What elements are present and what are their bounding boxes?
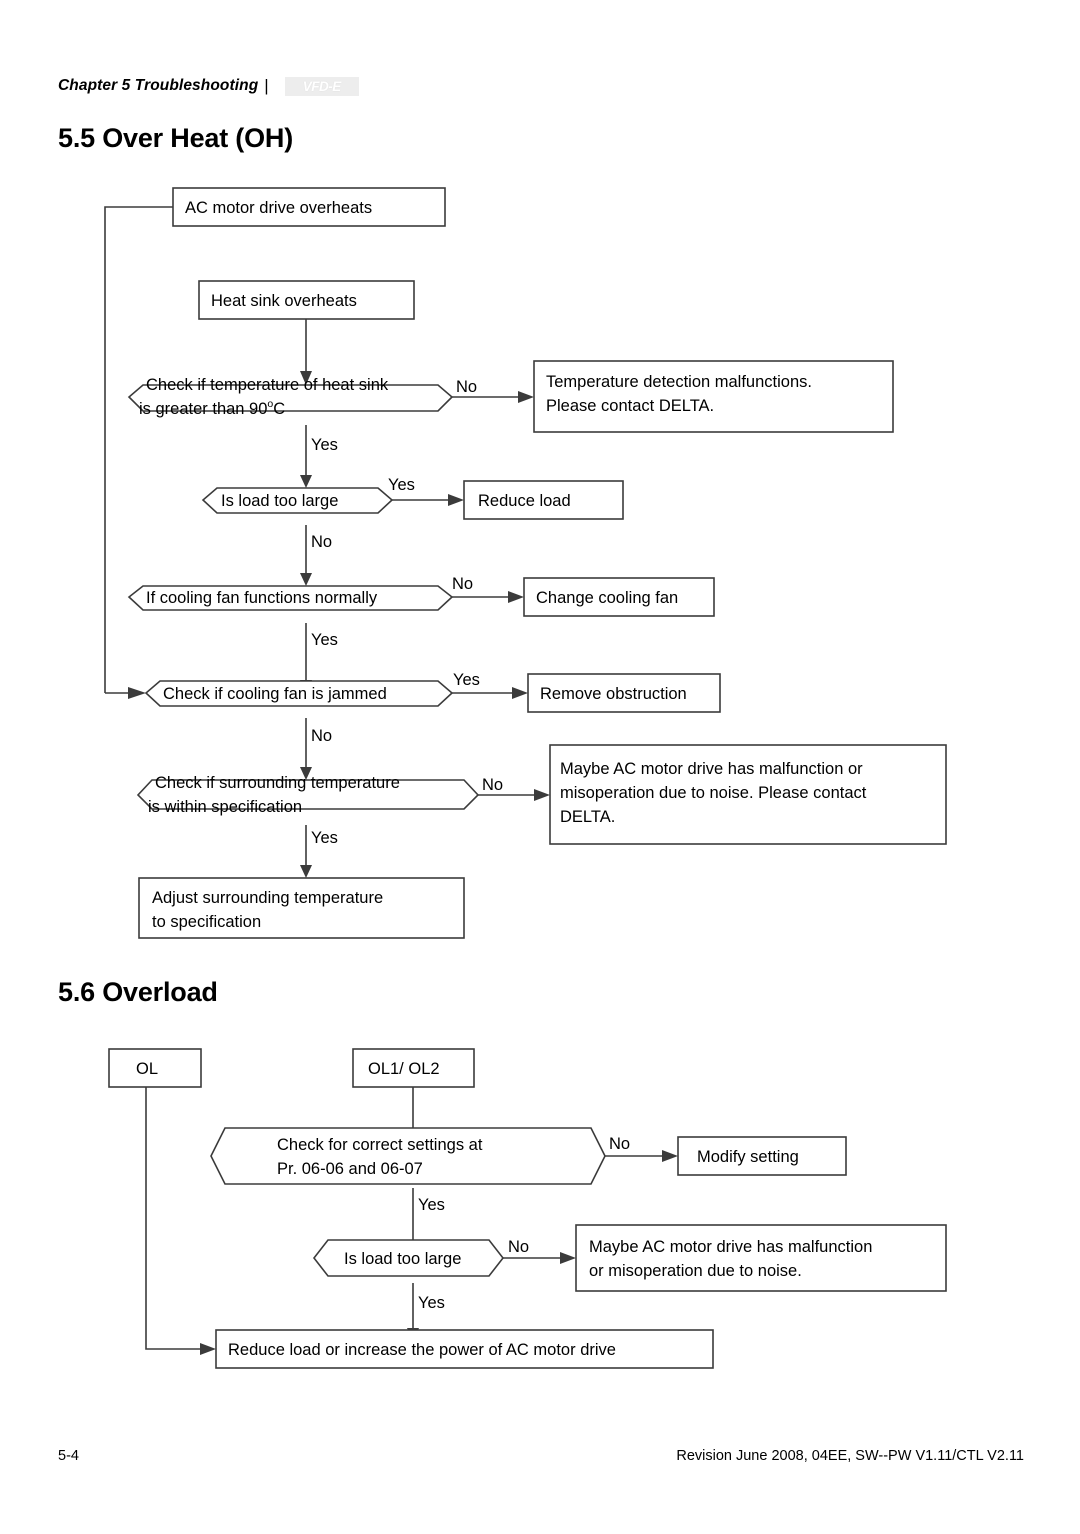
branch-label-fan-yes: Yes — [311, 631, 338, 649]
arrowhead-surround-no — [534, 789, 550, 801]
node-cooling-fan-functions-label: If cooling fan functions normally — [146, 589, 378, 607]
arrowhead-adjust — [300, 865, 312, 878]
vfd-e-logo-icon: VFD-E — [284, 76, 359, 96]
page-header: Chapter 5 Troubleshooting | VFD-E — [58, 76, 359, 96]
node-surround-result-line1: Maybe AC motor drive has malfunction or — [560, 760, 863, 778]
arrowhead-ol-load-no — [560, 1252, 576, 1264]
branch-label-temp-yes: Yes — [311, 436, 338, 454]
branch-label-surround-no: No — [482, 776, 503, 794]
node-heat-sink-overheats-label: Heat sink overheats — [211, 292, 357, 310]
node-ol-result-line1: Maybe AC motor drive has malfunction — [589, 1238, 872, 1256]
arrowhead-fanfunction — [300, 573, 312, 586]
node-surround-result-line3: DELTA. — [560, 808, 615, 826]
node-adjust-line2: to specification — [152, 913, 261, 931]
brand-logo-text: VFD-E — [302, 78, 342, 94]
branch-label-temp-no: No — [456, 378, 477, 396]
branch-label-jam-no: No — [311, 727, 332, 745]
node-adjust-line1: Adjust surrounding temperature — [152, 889, 383, 907]
node-surround-result-line2: misoperation due to noise. Please contac… — [560, 784, 867, 802]
branch-label-surround-yes: Yes — [311, 829, 338, 847]
flowchart-over-heat: AC motor drive overheats Heat sink overh… — [104, 187, 947, 939]
footer-page-number: 5-4 — [58, 1448, 79, 1464]
branch-label-load-no: No — [311, 533, 332, 551]
branch-label-ol-load-yes: Yes — [418, 1294, 445, 1312]
header-separator: | — [264, 76, 269, 95]
node-surround-line2: is within specification — [148, 798, 302, 816]
node-change-cooling-fan-label: Change cooling fan — [536, 589, 678, 607]
arrowhead-change-fan — [508, 591, 524, 603]
section-heading-overload: 5.6 Overload — [58, 977, 218, 1007]
node-ol-load-label: Is load too large — [344, 1250, 461, 1268]
node-surround-line1: Check if surrounding temperature — [155, 774, 400, 792]
header-chapter-label: Chapter 5 Troubleshooting — [58, 77, 259, 94]
branch-label-settings-yes: Yes — [418, 1196, 445, 1214]
document-page: Chapter 5 Troubleshooting | VFD-E 5.5 Ov… — [0, 0, 1080, 1534]
node-check-temp-line1: Check if temperature of heat sink — [146, 376, 389, 394]
node-remove-obstruction-label: Remove obstruction — [540, 685, 687, 703]
connector-start-to-jam — [104, 206, 173, 693]
node-final-result-label: Reduce load or increase the power of AC … — [228, 1341, 616, 1359]
branch-label-ol-load-no: No — [508, 1238, 529, 1256]
branch-label-settings-no: No — [609, 1135, 630, 1153]
arrowhead-temp-no — [518, 391, 534, 403]
node-ol-maybe-malfunction — [575, 1224, 947, 1292]
node-ol-result-line2: or misoperation due to noise. — [589, 1262, 802, 1280]
arrowhead-loadlarge — [300, 475, 312, 488]
connector-ol-to-final — [145, 1087, 200, 1350]
arrowhead-reduce-load — [448, 494, 464, 506]
node-settings-line1: Check for correct settings at — [277, 1136, 483, 1154]
node-temp-result-line1: Temperature detection malfunctions. — [546, 373, 812, 391]
arrowhead-ol-final — [200, 1343, 216, 1355]
arrowhead-remove-obstruction — [512, 687, 528, 699]
branch-label-fan-no: No — [452, 575, 473, 593]
node-reduce-load-label: Reduce load — [478, 492, 571, 510]
branch-label-load-yes: Yes — [388, 476, 415, 494]
node-ol-label: OL — [136, 1060, 158, 1078]
arrowhead-jam-entry — [128, 687, 146, 699]
node-check-temp-line2: is greater than 90oC — [139, 398, 285, 418]
node-is-load-too-large-label: Is load too large — [221, 492, 338, 510]
section-heading-over-heat: 5.5 Over Heat (OH) — [58, 123, 293, 153]
branch-label-jam-yes: Yes — [453, 671, 480, 689]
node-ac-motor-overheats-label: AC motor drive overheats — [185, 199, 372, 217]
flowchart-overload: OL OL1/ OL2 Check for correct settings a… — [108, 1048, 947, 1369]
node-modify-setting-label: Modify setting — [697, 1148, 799, 1166]
footer-revision: Revision June 2008, 04EE, SW--PW V1.11/C… — [676, 1448, 1024, 1464]
node-temp-result-line2: Please contact DELTA. — [546, 397, 714, 415]
node-settings-line2: Pr. 06-06 and 06-07 — [277, 1160, 423, 1178]
arrowhead-modify-setting — [662, 1150, 678, 1162]
node-ol1-ol2-label: OL1/ OL2 — [368, 1060, 440, 1078]
node-cooling-fan-jammed-label: Check if cooling fan is jammed — [163, 685, 387, 703]
